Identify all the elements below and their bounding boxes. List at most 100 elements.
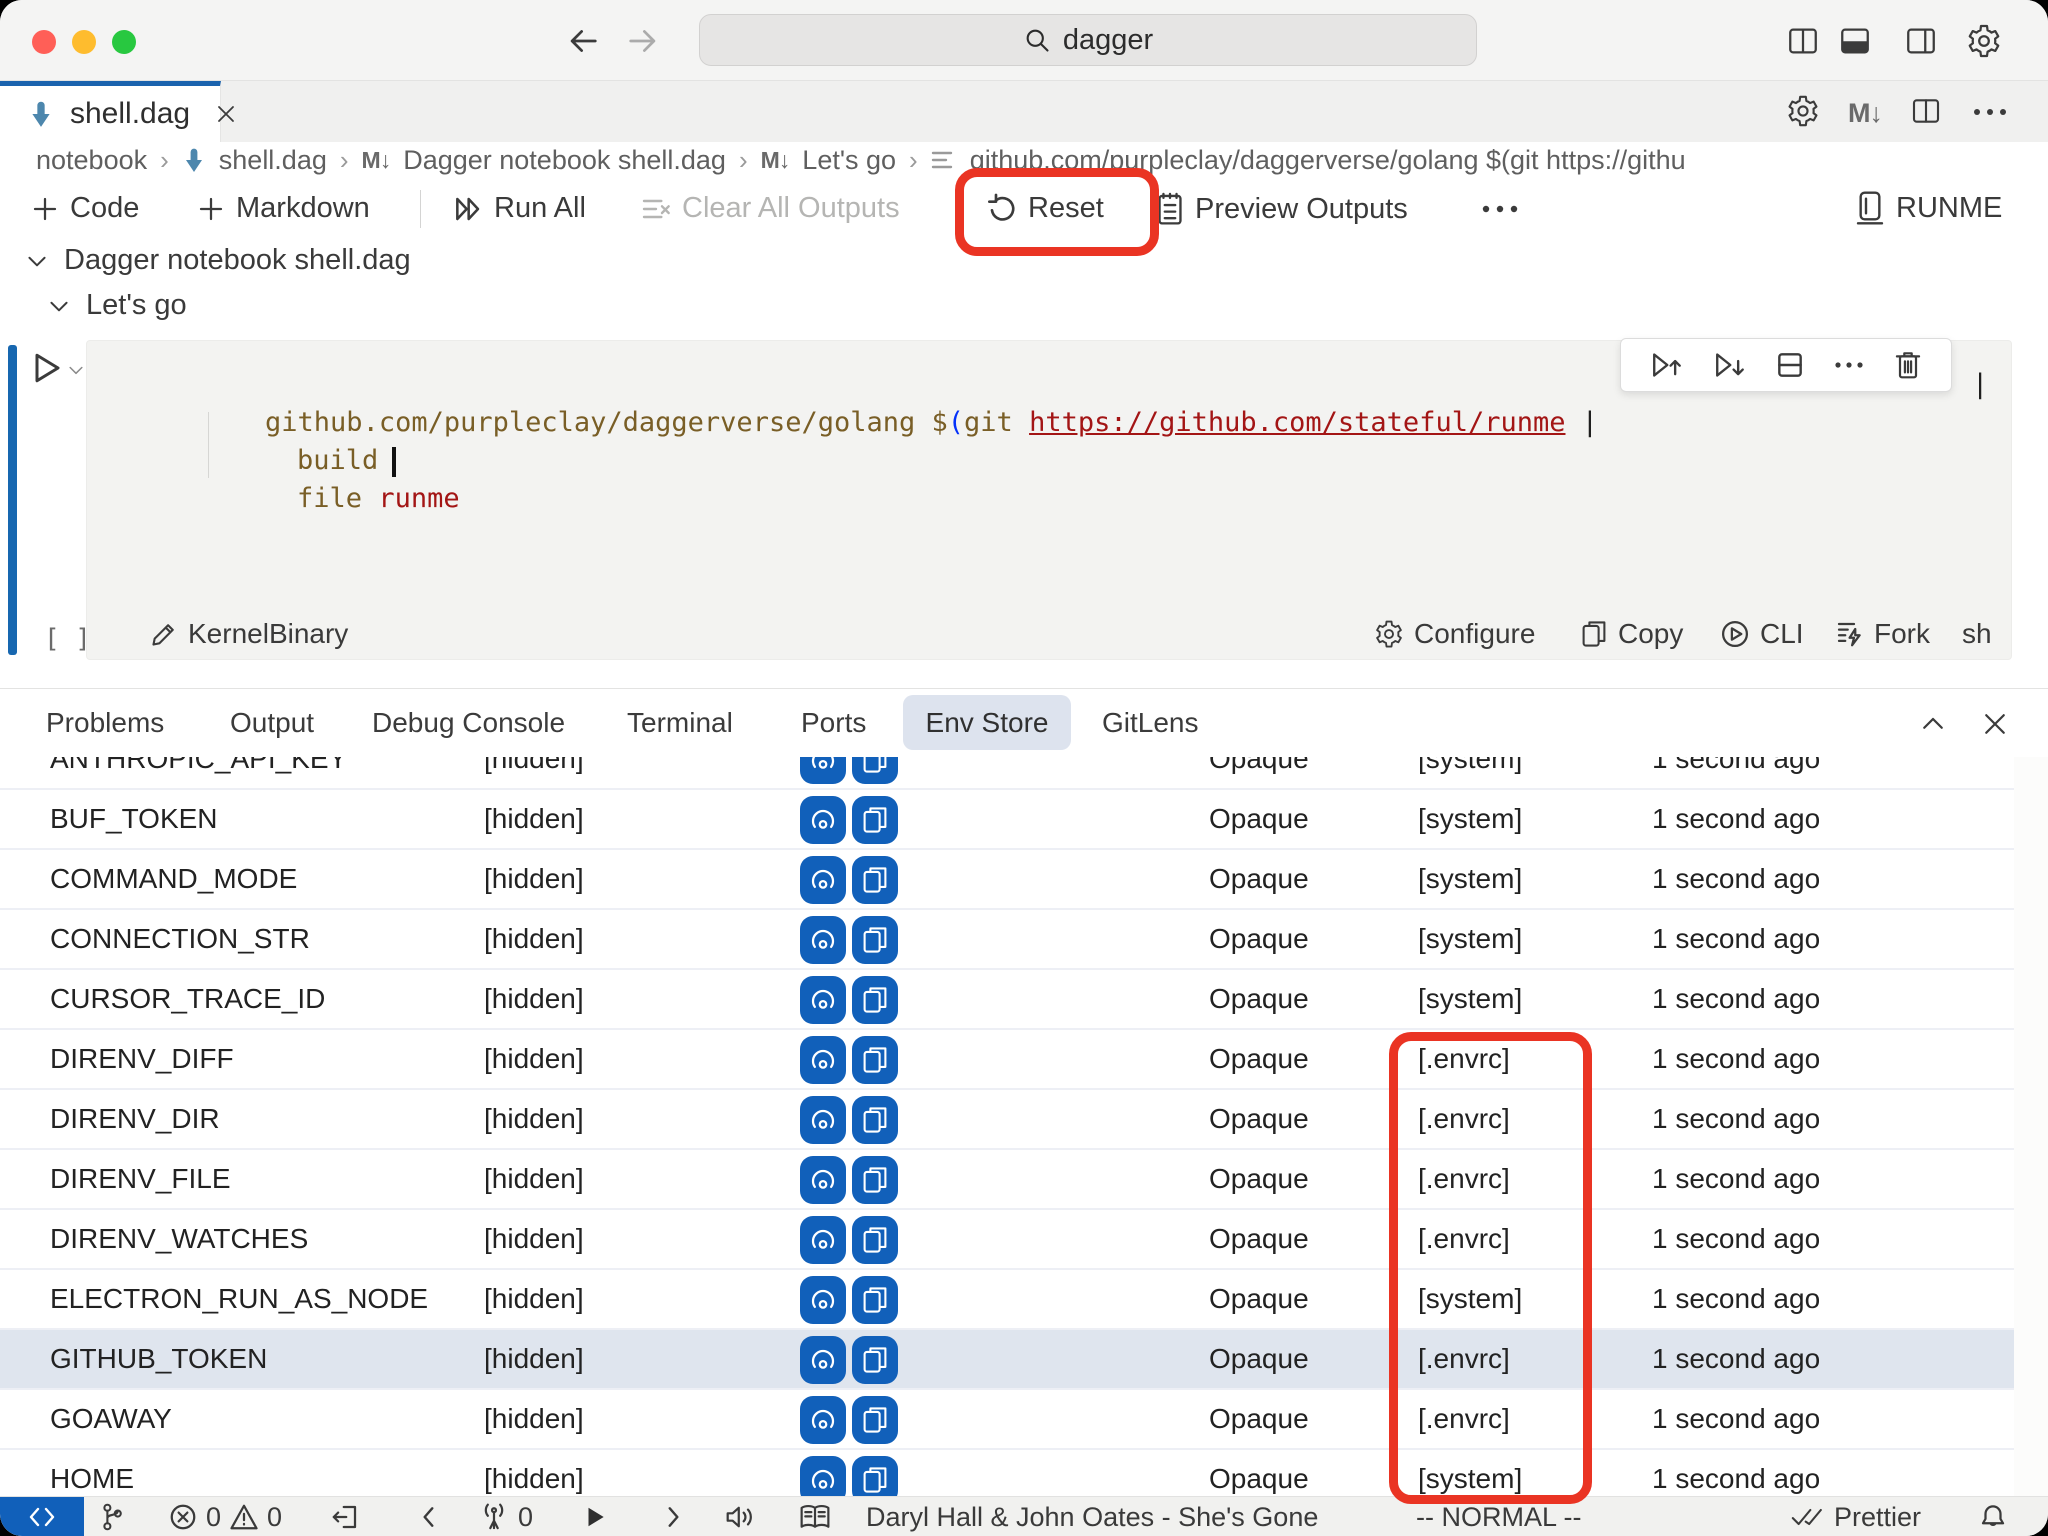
reset-button[interactable]: Reset — [986, 192, 1104, 225]
copy-secret-button[interactable] — [852, 1096, 898, 1144]
copy-secret-button[interactable] — [852, 1216, 898, 1264]
outline-title-row[interactable]: Dagger notebook shell.dag — [24, 244, 411, 277]
reveal-secret-button[interactable] — [800, 1276, 846, 1324]
more-actions-icon[interactable] — [1972, 107, 2008, 117]
tab-output[interactable]: Output — [230, 689, 314, 757]
env-table-row[interactable]: HOME [hidden] Opaque [system] 1 second a… — [0, 1448, 2014, 1496]
env-table-row[interactable]: DIRENV_WATCHES [hidden] Opaque [.envrc] … — [0, 1208, 2014, 1268]
next-item[interactable] — [660, 1497, 686, 1536]
reveal-secret-button[interactable] — [800, 1216, 846, 1264]
runme-button[interactable]: RUNME — [1854, 190, 2002, 226]
env-table-row[interactable]: CURSOR_TRACE_ID [hidden] Opaque [system]… — [0, 968, 2014, 1028]
tab-problems[interactable]: Problems — [46, 689, 164, 757]
problems-item[interactable]: 0 0 — [168, 1497, 282, 1536]
env-table-row[interactable]: DIRENV_DIFF [hidden] Opaque [.envrc] 1 s… — [0, 1028, 2014, 1088]
split-cell-icon[interactable] — [1774, 349, 1806, 381]
split-editor-icon[interactable] — [1910, 95, 1942, 127]
delete-cell-icon[interactable] — [1893, 349, 1923, 381]
fork-button[interactable]: Fork — [1834, 618, 1930, 650]
breadcrumb-item-section[interactable]: Let's go — [802, 145, 896, 176]
copy-secret-button[interactable] — [852, 1276, 898, 1324]
preview-outputs-button[interactable]: Preview Outputs — [1155, 192, 1408, 226]
breadcrumb-item-file[interactable]: shell.dag — [219, 145, 327, 176]
copy-button[interactable]: Copy — [1580, 618, 1683, 650]
copy-secret-button[interactable] — [852, 1036, 898, 1084]
reader-item[interactable] — [798, 1497, 832, 1536]
tab-env-store[interactable]: Env Store — [903, 695, 1071, 750]
run-below-icon[interactable] — [1712, 348, 1746, 382]
env-table-row[interactable]: GITHUB_TOKEN [hidden] Opaque [.envrc] 1 … — [0, 1328, 2014, 1388]
copy-secret-button[interactable] — [852, 976, 898, 1024]
now-playing-item[interactable]: Daryl Hall & John Oates - She's Gone — [866, 1497, 1318, 1536]
panel-collapse-icon[interactable] — [1918, 709, 1948, 739]
reveal-secret-button[interactable] — [800, 796, 846, 844]
tab-terminal[interactable]: Terminal — [627, 689, 733, 757]
tab-debug-console[interactable]: Debug Console — [372, 689, 565, 757]
notebook-settings-gear-icon[interactable] — [1786, 94, 1820, 128]
outline-section-row[interactable]: Let's go — [46, 289, 187, 322]
tab-gitlens[interactable]: GitLens — [1102, 689, 1199, 757]
toggle-panel-icon[interactable] — [1838, 24, 1872, 58]
add-markdown-button[interactable]: Markdown — [196, 192, 370, 225]
tab-shell-dag[interactable]: shell.dag — [0, 81, 221, 142]
source-control-item[interactable] — [98, 1497, 126, 1536]
code-line-3[interactable]: file runme — [232, 442, 460, 556]
toggle-secondary-sidebar-icon[interactable] — [1904, 24, 1938, 58]
maximize-window-button[interactable] — [112, 30, 136, 54]
env-table-row[interactable]: GOAWAY [hidden] Opaque [.envrc] 1 second… — [0, 1388, 2014, 1448]
tab-ports[interactable]: Ports — [801, 689, 866, 757]
formatter-item[interactable]: Prettier — [1790, 1497, 1921, 1536]
markdown-preview-icon[interactable]: M↓ — [1848, 98, 1882, 129]
copy-secret-button[interactable] — [852, 1456, 898, 1496]
panel-close-icon[interactable] — [1980, 709, 2010, 739]
prev-item[interactable] — [416, 1497, 442, 1536]
env-table-row[interactable]: ELECTRON_RUN_AS_NODE [hidden] Opaque [sy… — [0, 1268, 2014, 1328]
volume-item[interactable] — [724, 1497, 756, 1536]
run-cell-dropdown-icon[interactable] — [66, 360, 86, 380]
reveal-secret-button[interactable] — [800, 1156, 846, 1204]
run-cell-button[interactable] — [28, 350, 64, 386]
run-all-button[interactable]: Run All — [452, 192, 586, 225]
add-code-button[interactable]: Code — [30, 192, 139, 225]
copy-secret-button[interactable] — [852, 856, 898, 904]
reveal-secret-button[interactable] — [800, 856, 846, 904]
forward-button[interactable] — [626, 26, 660, 56]
copy-secret-button[interactable] — [852, 1336, 898, 1384]
run-above-icon[interactable] — [1649, 348, 1683, 382]
code-link[interactable]: https://github.com/stateful/runme — [1029, 407, 1565, 438]
tab-close-icon[interactable] — [214, 102, 238, 126]
breadcrumb-item-cell[interactable]: github.com/purpleclay/daggerverse/golang… — [970, 145, 1686, 176]
ports-item[interactable]: 0 — [478, 1497, 533, 1536]
layout-settings-gear-icon[interactable] — [1966, 23, 2002, 59]
reveal-secret-button[interactable] — [800, 756, 846, 784]
copy-secret-button[interactable] — [852, 1396, 898, 1444]
toolbar-more-icon[interactable] — [1481, 204, 1519, 214]
back-button[interactable] — [566, 26, 600, 56]
remote-indicator[interactable] — [0, 1497, 84, 1536]
reveal-secret-button[interactable] — [800, 1336, 846, 1384]
env-table-row[interactable]: DIRENV_FILE [hidden] Opaque [.envrc] 1 s… — [0, 1148, 2014, 1208]
reveal-secret-button[interactable] — [800, 916, 846, 964]
env-table-row[interactable]: COMMAND_MODE [hidden] Opaque [system] 1 … — [0, 848, 2014, 908]
reveal-secret-button[interactable] — [800, 1036, 846, 1084]
command-center-search[interactable]: dagger — [699, 14, 1477, 66]
cli-button[interactable]: CLI — [1720, 618, 1804, 650]
play-item[interactable] — [582, 1497, 608, 1536]
copy-secret-button[interactable] — [852, 756, 898, 784]
breadcrumb-item-notebook[interactable]: notebook — [36, 145, 147, 176]
breadcrumb-item-notebook-title[interactable]: Dagger notebook shell.dag — [403, 145, 726, 176]
kernel-selector[interactable]: KernelBinary — [150, 618, 348, 650]
toggle-sidebar-icon[interactable] — [1786, 24, 1820, 58]
env-table-row[interactable]: DIRENV_DIR [hidden] Opaque [.envrc] 1 se… — [0, 1088, 2014, 1148]
env-table-row[interactable]: ANTHROPIC_API_KEY [hidden] Opaque [syste… — [0, 756, 2014, 788]
reveal-secret-button[interactable] — [800, 976, 846, 1024]
detach-session-item[interactable] — [330, 1497, 360, 1536]
reveal-secret-button[interactable] — [800, 1096, 846, 1144]
copy-secret-button[interactable] — [852, 916, 898, 964]
reveal-secret-button[interactable] — [800, 1396, 846, 1444]
notifications-item[interactable] — [1978, 1497, 2008, 1536]
clear-all-outputs-button[interactable]: Clear All Outputs — [640, 192, 900, 225]
env-table-row[interactable]: CONNECTION_STR [hidden] Opaque [system] … — [0, 908, 2014, 968]
close-window-button[interactable] — [32, 30, 56, 54]
env-table-row[interactable]: BUF_TOKEN [hidden] Opaque [system] 1 sec… — [0, 788, 2014, 848]
